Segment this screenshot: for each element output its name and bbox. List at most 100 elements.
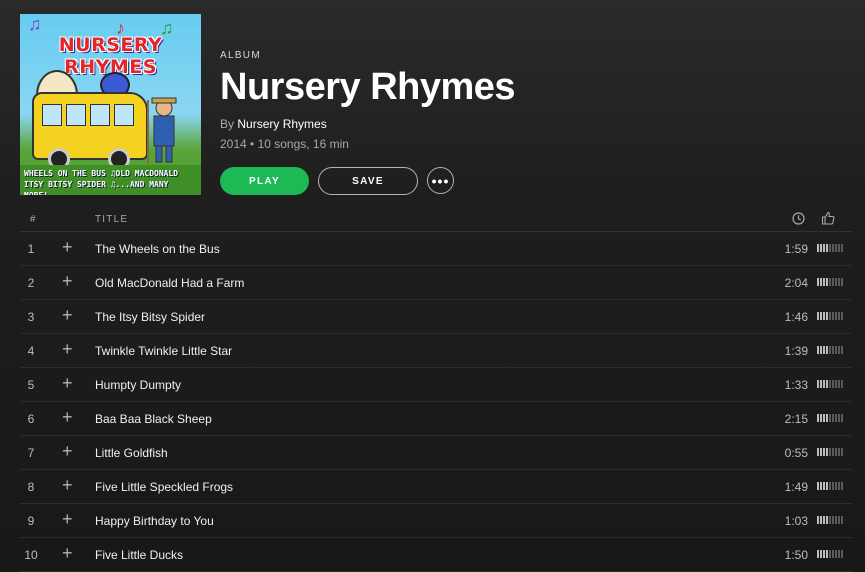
cover-footer-line: WHEELS ON THE BUS ♫OLD MACDONALD <box>24 169 179 178</box>
popularity-segment <box>832 346 834 354</box>
play-button[interactable]: PLAY <box>220 167 309 195</box>
track-duration: 1:59 <box>784 242 808 256</box>
popularity-segment <box>829 278 831 286</box>
popularity-segment <box>820 380 822 388</box>
popularity-segment <box>823 550 825 558</box>
track-number: 6 <box>27 412 35 426</box>
popularity-segment <box>826 312 828 320</box>
table-row[interactable]: 5 + Humpty Dumpty 1:33 <box>20 368 852 402</box>
thumbs-up-icon[interactable] <box>821 211 835 225</box>
track-title[interactable]: Humpty Dumpty <box>95 378 181 392</box>
popularity-bar <box>817 516 843 524</box>
popularity-segment <box>826 346 828 354</box>
popularity-bar <box>817 312 843 320</box>
popularity-segment <box>841 278 843 286</box>
add-track-icon[interactable]: + <box>62 442 73 460</box>
popularity-segment <box>826 244 828 252</box>
popularity-segment <box>841 312 843 320</box>
add-track-icon[interactable]: + <box>62 476 73 494</box>
popularity-bar <box>817 414 843 422</box>
popularity-segment <box>835 312 837 320</box>
popularity-segment <box>838 448 840 456</box>
popularity-segment <box>829 380 831 388</box>
popularity-segment <box>835 550 837 558</box>
popularity-segment <box>838 482 840 490</box>
popularity-segment <box>829 312 831 320</box>
track-title[interactable]: Happy Birthday to You <box>95 514 214 528</box>
popularity-segment <box>835 346 837 354</box>
table-row[interactable]: 7 + Little Goldfish 0:55 <box>20 436 852 470</box>
add-track-icon[interactable]: + <box>62 544 73 562</box>
track-title[interactable]: Baa Baa Black Sheep <box>95 412 212 426</box>
table-row[interactable]: 8 + Five Little Speckled Frogs 1:49 <box>20 470 852 504</box>
popularity-segment <box>820 516 822 524</box>
track-title[interactable]: Twinkle Twinkle Little Star <box>95 344 232 358</box>
more-options-button[interactable]: ••• <box>427 167 454 194</box>
table-row[interactable]: 10 + Five Little Ducks 1:50 <box>20 538 852 572</box>
track-duration: 1:50 <box>784 548 808 562</box>
popularity-segment <box>841 448 843 456</box>
popularity-segment <box>835 278 837 286</box>
popularity-bar <box>817 346 843 354</box>
popularity-segment <box>820 448 822 456</box>
artist-link[interactable]: Nursery Rhymes <box>237 117 326 131</box>
track-duration: 0:55 <box>784 446 808 460</box>
table-row[interactable]: 1 + The Wheels on the Bus 1:59 <box>20 232 852 266</box>
add-track-icon[interactable]: + <box>62 510 73 528</box>
popularity-segment <box>823 312 825 320</box>
by-prefix: By <box>220 117 235 131</box>
popularity-segment <box>823 346 825 354</box>
track-title[interactable]: The Itsy Bitsy Spider <box>95 310 205 324</box>
popularity-segment <box>841 414 843 422</box>
track-title[interactable]: Little Goldfish <box>95 446 168 460</box>
track-number: 8 <box>27 480 35 494</box>
popularity-segment <box>838 380 840 388</box>
table-row[interactable]: 3 + The Itsy Bitsy Spider 1:46 <box>20 300 852 334</box>
popularity-segment <box>817 380 819 388</box>
album-details: 2014 • 10 songs, 16 min <box>220 137 349 151</box>
album-cover-art[interactable]: ♫ ♪ ♫ NURSERY RHYMES WHEELS ON THE BUS ♫… <box>20 14 201 195</box>
popularity-bar <box>817 448 843 456</box>
farmer-illustration <box>147 97 177 164</box>
popularity-segment <box>817 278 819 286</box>
add-track-icon[interactable]: + <box>62 238 73 256</box>
track-title[interactable]: The Wheels on the Bus <box>95 242 220 256</box>
add-track-icon[interactable]: + <box>62 306 73 324</box>
popularity-segment <box>820 346 822 354</box>
popularity-segment <box>832 244 834 252</box>
table-row[interactable]: 4 + Twinkle Twinkle Little Star 1:39 <box>20 334 852 368</box>
popularity-segment <box>838 312 840 320</box>
add-track-icon[interactable]: + <box>62 340 73 358</box>
popularity-segment <box>838 346 840 354</box>
cover-footer-line: ITSY BITSY SPIDER ♫...AND MANY MORE! <box>24 180 169 195</box>
track-duration: 1:46 <box>784 310 808 324</box>
popularity-segment <box>823 380 825 388</box>
track-title[interactable]: Old MacDonald Had a Farm <box>95 276 244 290</box>
track-duration: 2:15 <box>784 412 808 426</box>
track-number: 10 <box>24 548 38 562</box>
popularity-segment <box>826 278 828 286</box>
popularity-segment <box>829 516 831 524</box>
table-row[interactable]: 2 + Old MacDonald Had a Farm 2:04 <box>20 266 852 300</box>
add-track-icon[interactable]: + <box>62 272 73 290</box>
track-number: 1 <box>27 242 35 256</box>
popularity-segment <box>832 414 834 422</box>
track-title[interactable]: Five Little Speckled Frogs <box>95 480 233 494</box>
track-title[interactable]: Five Little Ducks <box>95 548 183 562</box>
column-header-title[interactable]: TITLE <box>95 214 128 225</box>
clock-icon[interactable] <box>792 212 805 225</box>
popularity-segment <box>838 414 840 422</box>
popularity-segment <box>832 448 834 456</box>
popularity-segment <box>838 244 840 252</box>
add-track-icon[interactable]: + <box>62 374 73 392</box>
music-note-icon: ♫ <box>28 14 42 34</box>
popularity-segment <box>823 482 825 490</box>
track-duration: 1:03 <box>784 514 808 528</box>
add-track-icon[interactable]: + <box>62 408 73 426</box>
popularity-segment <box>838 550 840 558</box>
table-row[interactable]: 9 + Happy Birthday to You 1:03 <box>20 504 852 538</box>
table-row[interactable]: 6 + Baa Baa Black Sheep 2:15 <box>20 402 852 436</box>
save-button[interactable]: SAVE <box>318 167 418 195</box>
popularity-segment <box>841 244 843 252</box>
track-number: 3 <box>27 310 35 324</box>
